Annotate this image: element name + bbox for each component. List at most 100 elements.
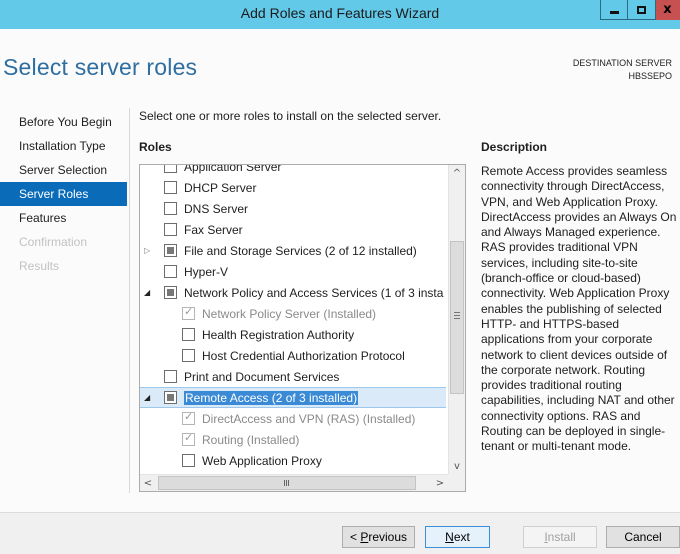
close-button[interactable]: x [656,0,680,20]
nav-item-results: Results [19,259,60,273]
role-row[interactable]: ◢ Network Policy and Access Services (1 o… [140,282,444,303]
install-button[interactable]: Install [523,526,597,548]
role-label: Remote Access (2 of 3 installed) [184,390,359,405]
role-checkbox[interactable] [164,165,177,173]
description-text: Remote Access provides seamless connecti… [481,164,677,454]
collapsed-arrow-icon[interactable]: ▷ [144,246,154,255]
nav-item-features[interactable]: Features [0,206,127,230]
role-checkbox[interactable] [164,244,177,257]
grip-icon [284,480,289,486]
nav-divider [129,108,130,493]
role-checkbox[interactable] [164,391,177,404]
role-row[interactable]: Hyper-V [140,261,444,282]
role-label: DNS Server [184,201,249,216]
role-label: Application Server [184,164,282,174]
role-checkbox[interactable] [182,349,195,362]
close-icon: x [663,2,672,17]
role-row[interactable]: Print and Document Services [140,366,444,387]
role-checkbox[interactable] [164,181,177,194]
role-label: Network Policy and Access Services (1 of… [184,285,444,300]
title-bar: Add Roles and Features Wizard x [0,0,680,29]
roles-heading: Roles [139,140,172,154]
horizontal-scroll-thumb[interactable] [158,476,416,490]
page-title: Select server roles [3,54,198,80]
window-title: Add Roles and Features Wizard [240,5,440,21]
role-row[interactable]: ▷ File and Storage Services (2 of 12 inst… [140,240,444,261]
role-label: DirectAccess and VPN (RAS) (Installed) [202,411,416,426]
nav-item-confirmation: Confirmation [19,235,88,249]
role-label: DHCP Server [184,180,257,195]
previous-rest: revious [368,530,408,544]
role-checkbox [182,431,195,446]
role-row[interactable]: DNS Server [140,198,444,219]
destination-label: DESTINATION SERVER [572,58,672,68]
destination-server-info: DESTINATION SERVER HBSSEPO [573,57,672,83]
chevron-up-icon: ^ [452,168,462,179]
role-label: Network Policy Server (Installed) [202,306,377,321]
destination-server-name: HBSSEPO [628,71,672,81]
scrollbar-corner [448,474,465,491]
wizard-nav: Before You Begin Installation Type Server … [0,110,127,278]
expanded-arrow-icon[interactable]: ◢ [144,288,154,297]
role-label: File and Storage Services (2 of 12 insta… [184,243,417,258]
horizontal-scrollbar[interactable]: < > [140,474,449,491]
wizard-footer: < Previous Next Install Cancel [0,512,680,554]
expanded-arrow-icon[interactable]: ◢ [144,393,154,402]
maximize-button[interactable] [628,0,656,20]
role-checkbox[interactable] [182,454,195,467]
vertical-scroll-thumb[interactable] [450,241,464,394]
role-checkbox[interactable] [164,223,177,236]
chevron-left-icon: < [143,478,153,489]
role-checkbox [182,305,195,320]
role-row[interactable]: Health Registration Authority [140,324,444,345]
scroll-right-button[interactable]: > [432,475,448,491]
role-label: Health Registration Authority [202,327,355,342]
role-row[interactable]: Routing (Installed) [140,429,444,450]
scroll-down-button[interactable]: v [449,458,465,475]
role-checkbox[interactable] [164,370,177,383]
maximize-icon [637,5,646,14]
role-label: Host Credential Authorization Protocol [202,348,405,363]
previous-button[interactable]: < Previous [342,526,415,548]
next-rest: ext [453,530,470,544]
role-label: Routing (Installed) [202,432,300,447]
role-label: Web Application Proxy [202,453,322,468]
scroll-left-button[interactable]: < [140,475,156,491]
role-checkbox[interactable] [164,265,177,278]
instruction-text: Select one or more roles to install on t… [139,109,442,123]
description-heading: Description [481,140,548,154]
role-row[interactable]: DirectAccess and VPN (RAS) (Installed) [140,408,444,429]
nav-item-server-roles[interactable]: Server Roles [0,182,127,206]
install-rest: nstall [547,530,576,544]
role-label: Print and Document Services [184,369,340,384]
vertical-scrollbar[interactable]: ^ v [448,165,465,475]
role-row[interactable]: Network Policy Server (Installed) [140,303,444,324]
role-checkbox[interactable] [164,286,177,299]
roles-tree[interactable]: Application Server DHCP Server DNS Server F… [139,164,466,492]
window-controls: x [600,0,680,20]
chevron-right-icon: > [435,478,445,489]
role-row[interactable]: ◢ Remote Access (2 of 3 installed) [140,387,446,408]
next-accel: N [445,530,454,544]
role-row[interactable]: Application Server [140,164,444,177]
nav-item-server-selection[interactable]: Server Selection [0,158,127,182]
cancel-button[interactable]: Cancel [606,526,680,548]
minimize-button[interactable] [600,0,628,20]
role-row[interactable]: Fax Server [140,219,444,240]
role-row[interactable]: DHCP Server [140,177,444,198]
role-row[interactable]: Web Application Proxy [140,450,444,471]
chevron-down-icon: v [454,461,460,472]
role-label: Fax Server [184,222,243,237]
grip-icon [454,312,460,321]
nav-item-installation-type[interactable]: Installation Type [0,134,127,158]
role-row[interactable]: Host Credential Authorization Protocol [140,345,444,366]
role-label: Hyper-V [184,264,229,279]
previous-prefix: < [349,530,361,544]
next-button[interactable]: Next [425,526,490,548]
minimize-icon [609,10,619,14]
nav-item-before-you-begin[interactable]: Before You Begin [0,110,127,134]
role-checkbox[interactable] [182,328,195,341]
roles-list: Application Server DHCP Server DNS Server F… [140,164,446,471]
role-checkbox[interactable] [164,202,177,215]
scroll-up-button[interactable]: ^ [449,165,465,182]
